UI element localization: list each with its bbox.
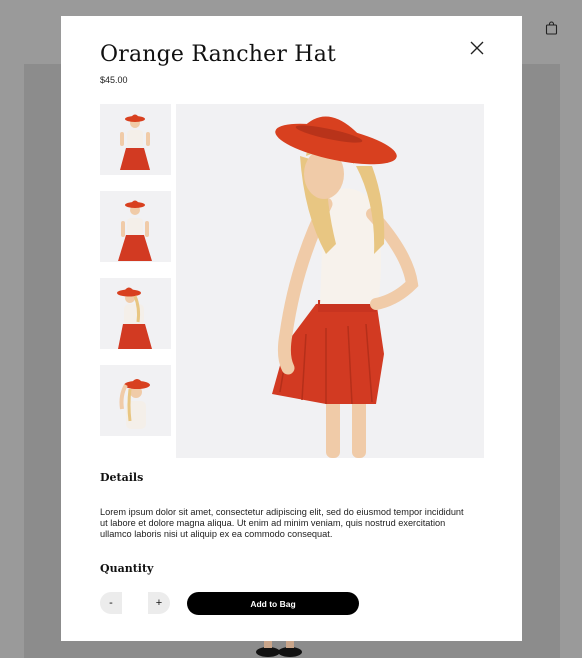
thumbnail-4[interactable] — [100, 365, 171, 436]
main-product-image — [176, 104, 484, 458]
quantity-stepper: - + — [100, 592, 170, 614]
add-to-bag-button[interactable]: Add to Bag — [187, 592, 359, 615]
close-icon[interactable] — [467, 38, 487, 58]
details-heading: Details — [100, 471, 144, 484]
thumbnail-list — [100, 104, 171, 452]
thumbnail-image — [100, 365, 171, 436]
thumbnail-3[interactable] — [100, 278, 171, 349]
product-price: $45.00 — [100, 75, 128, 85]
product-quick-view-modal: Orange Rancher Hat $45.00 Details Lorem … — [61, 16, 522, 641]
increment-button[interactable]: + — [148, 592, 170, 614]
thumbnail-2[interactable] — [100, 191, 171, 262]
decrement-button[interactable]: - — [100, 592, 122, 614]
shopping-bag-icon[interactable] — [545, 21, 558, 35]
thumbnail-image — [100, 104, 171, 175]
quantity-heading: Quantity — [100, 562, 154, 575]
thumbnail-image — [100, 191, 171, 262]
product-description: Lorem ipsum dolor sit amet, consectetur … — [100, 507, 464, 539]
quantity-input[interactable] — [122, 592, 148, 614]
product-title: Orange Rancher Hat — [100, 42, 337, 67]
thumbnail-image — [100, 278, 171, 349]
thumbnail-1[interactable] — [100, 104, 171, 175]
main-image-illustration — [176, 104, 484, 458]
